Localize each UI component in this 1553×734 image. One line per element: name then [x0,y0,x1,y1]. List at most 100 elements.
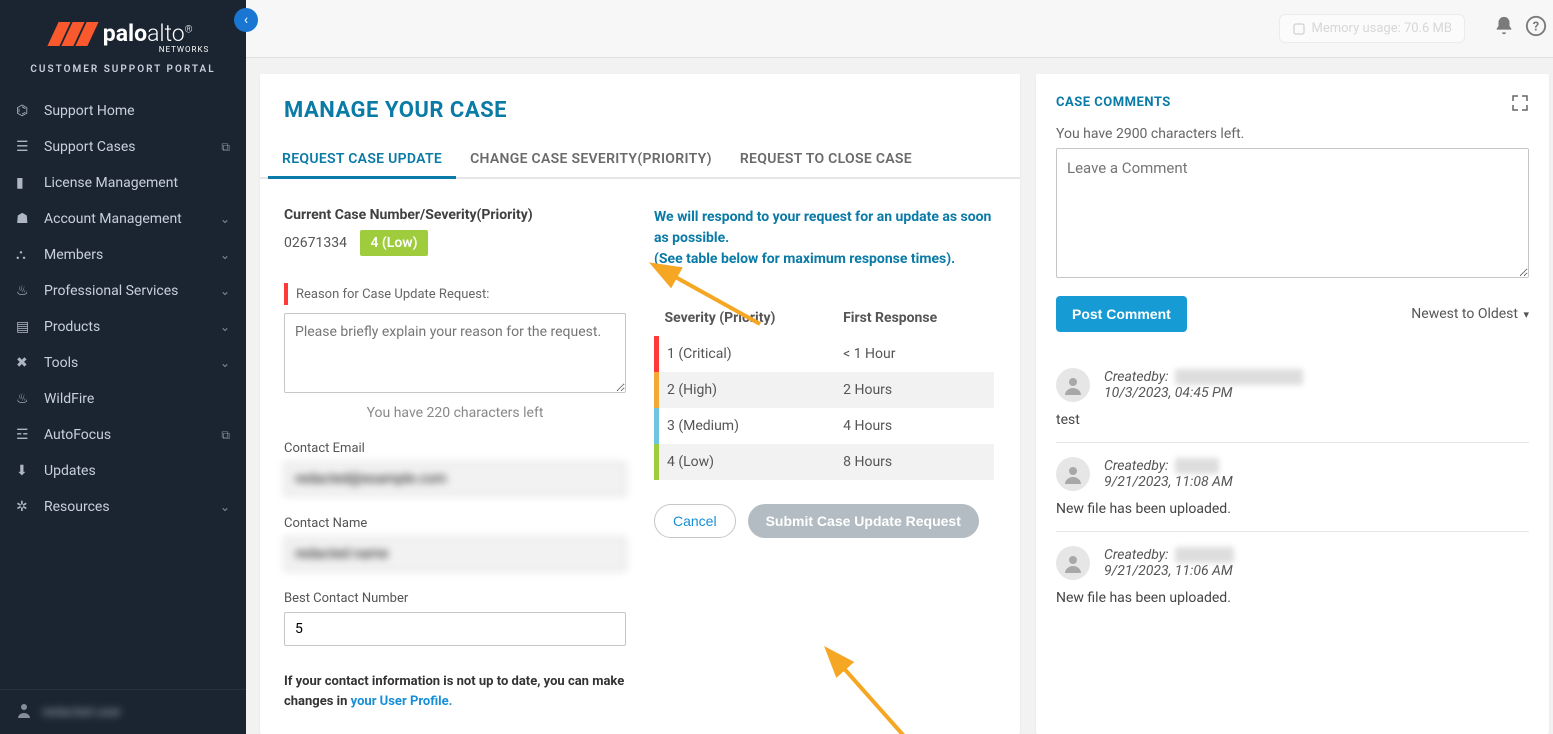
chevron-down-icon: ⌄ [220,248,230,262]
topbar: Memory usage: 70.6 MB ? [246,0,1553,58]
contact-footnote: If your contact information is not up to… [284,672,626,711]
expand-icon[interactable] [1511,94,1529,116]
sidebar-item-tools[interactable]: ✖ Tools ⌄ [0,345,246,381]
sidebar-item-autofocus[interactable]: ☲ AutoFocus ⧉ [0,417,246,453]
contact-name-label: Contact Name [284,516,626,531]
contact-email-input[interactable] [284,462,626,496]
sidebar-item-wildfire[interactable]: ♨ WildFire [0,381,246,417]
memory-usage-pill: Memory usage: 70.6 MB [1279,14,1466,43]
avatar-icon [1056,546,1090,580]
main-content: MANAGE YOUR CASE REQUEST CASE UPDATE CHA… [246,58,1553,734]
chevron-down-icon: ⌄ [220,212,230,226]
tab-request-case-update[interactable]: REQUEST CASE UPDATE [268,141,456,177]
contact-email-label: Contact Email [284,441,626,456]
sidebar-item-professional-services[interactable]: ♨ Professional Services ⌄ [0,273,246,309]
comment-text: New file has been uploaded. [1056,501,1529,517]
chart-icon: ☲ [16,427,32,443]
reason-label: Reason for Case Update Request: [296,287,489,302]
case-tabs: REQUEST CASE UPDATE CHANGE CASE SEVERITY… [260,141,1020,179]
sidebar: paloalto® NETWORKS CUSTOMER SUPPORT PORT… [0,0,246,734]
resp-cell: 8 Hours [835,444,993,480]
grid-icon: ▤ [16,319,32,335]
post-comment-button[interactable]: Post Comment [1056,296,1187,332]
comment-item: Createdby: redacted 9/21/2023, 11:06 AM … [1056,532,1529,620]
page-title: MANAGE YOUR CASE [260,98,1020,141]
response-note-1: We will respond to your request for an u… [654,207,996,249]
sidebar-item-products[interactable]: ▤ Products ⌄ [0,309,246,345]
resp-cell: 4 Hours [835,408,993,444]
sidebar-item-account-management[interactable]: ☗ Account Management ⌄ [0,201,246,237]
comment-textarea[interactable] [1056,148,1529,278]
response-note-2: (See table below for maximum response ti… [654,249,996,270]
bell-icon[interactable] [1493,15,1515,43]
contact-name-input[interactable] [284,537,626,571]
portal-subtitle: CUSTOMER SUPPORT PORTAL [14,64,232,75]
sort-dropdown[interactable]: Newest to Oldest ▾ [1411,306,1529,322]
manage-case-card: MANAGE YOUR CASE REQUEST CASE UPDATE CHA… [260,74,1020,734]
avatar-icon [1056,457,1090,491]
tab-change-severity[interactable]: CHANGE CASE SEVERITY(PRIORITY) [456,141,726,177]
fire-icon: ♨ [16,391,32,407]
resp-cell: < 1 Hour [835,336,993,372]
chevron-down-icon: ▾ [1523,308,1529,321]
best-number-label: Best Contact Number [284,591,626,606]
sidebar-collapse-button[interactable]: ‹ [234,8,258,32]
comments-title: CASE COMMENTS [1056,95,1171,110]
resp-cell: 2 Hours [835,372,993,408]
chevron-left-icon: ‹ [244,12,248,28]
submit-case-update-button[interactable]: Submit Case Update Request [748,504,979,538]
user-icon [16,702,32,722]
download-icon: ⬇ [16,463,32,479]
logo-mark-icon [53,22,93,46]
sev-cell: 4 (Low) [657,444,836,480]
sidebar-item-resources[interactable]: ✲ Resources ⌄ [0,489,246,525]
user-name: redacted user [42,705,121,720]
users-icon: ⛬ [16,247,32,263]
comment-date: 9/21/2023, 11:08 AM [1104,474,1233,490]
user-profile-link[interactable]: your User Profile. [351,694,453,709]
memory-icon [1292,22,1306,36]
sidebar-item-updates[interactable]: ⬇ Updates [0,453,246,489]
service-icon: ♨ [16,283,32,299]
col-first-response: First Response [835,300,993,336]
brand-name: paloalto® [103,20,193,47]
external-icon: ⧉ [221,428,230,443]
comment-item: Createdby: redact 9/21/2023, 11:08 AM Ne… [1056,443,1529,532]
folder-icon: ▮ [16,175,32,191]
reason-char-count: You have 220 characters left [284,405,626,421]
sidebar-item-members[interactable]: ⛬ Members ⌄ [0,237,246,273]
sidebar-nav: ⌬ Support Home ☰ Support Cases ⧉ ▮ Licen… [0,83,246,689]
comment-item: Createdby: redacted name long 10/3/2023,… [1056,354,1529,443]
external-icon: ⧉ [221,140,230,155]
best-number-input[interactable] [284,612,626,646]
briefcase-icon: ☗ [16,211,32,227]
help-icon[interactable]: ? [1525,15,1547,43]
wrench-icon: ✖ [16,355,32,371]
sidebar-item-support-cases[interactable]: ☰ Support Cases ⧉ [0,129,246,165]
case-number: 02671334 [284,235,347,251]
user-bar[interactable]: redacted user [0,689,246,734]
sidebar-item-license-management[interactable]: ▮ License Management [0,165,246,201]
comment-date: 10/3/2023, 04:45 PM [1104,385,1303,401]
sev-cell: 2 (High) [657,372,836,408]
brand-logo: paloalto® NETWORKS CUSTOMER SUPPORT PORT… [0,0,246,83]
svg-text:?: ? [1533,19,1539,34]
comment-date: 9/21/2023, 11:06 AM [1104,563,1234,579]
left-column: Current Case Number/Severity(Priority) 0… [284,207,626,711]
comment-text: New file has been uploaded. [1056,590,1529,606]
gauge-icon: ⌬ [16,103,32,119]
reason-textarea[interactable] [284,313,626,393]
right-column: We will respond to your request for an u… [654,207,996,711]
chevron-down-icon: ⌄ [220,284,230,298]
sev-cell: 3 (Medium) [657,408,836,444]
chevron-down-icon: ⌄ [220,500,230,514]
required-indicator [284,283,288,305]
gears-icon: ✲ [16,499,32,515]
tab-request-close[interactable]: REQUEST TO CLOSE CASE [726,141,926,177]
sidebar-item-support-home[interactable]: ⌬ Support Home [0,93,246,129]
comment-text: test [1056,412,1529,428]
comment-author: Createdby: redacted [1104,547,1234,563]
case-comments-card: CASE COMMENTS You have 2900 characters l… [1036,74,1549,734]
severity-table: Severity (Priority) First Response 1 (Cr… [654,300,996,480]
cancel-button[interactable]: Cancel [654,504,736,538]
